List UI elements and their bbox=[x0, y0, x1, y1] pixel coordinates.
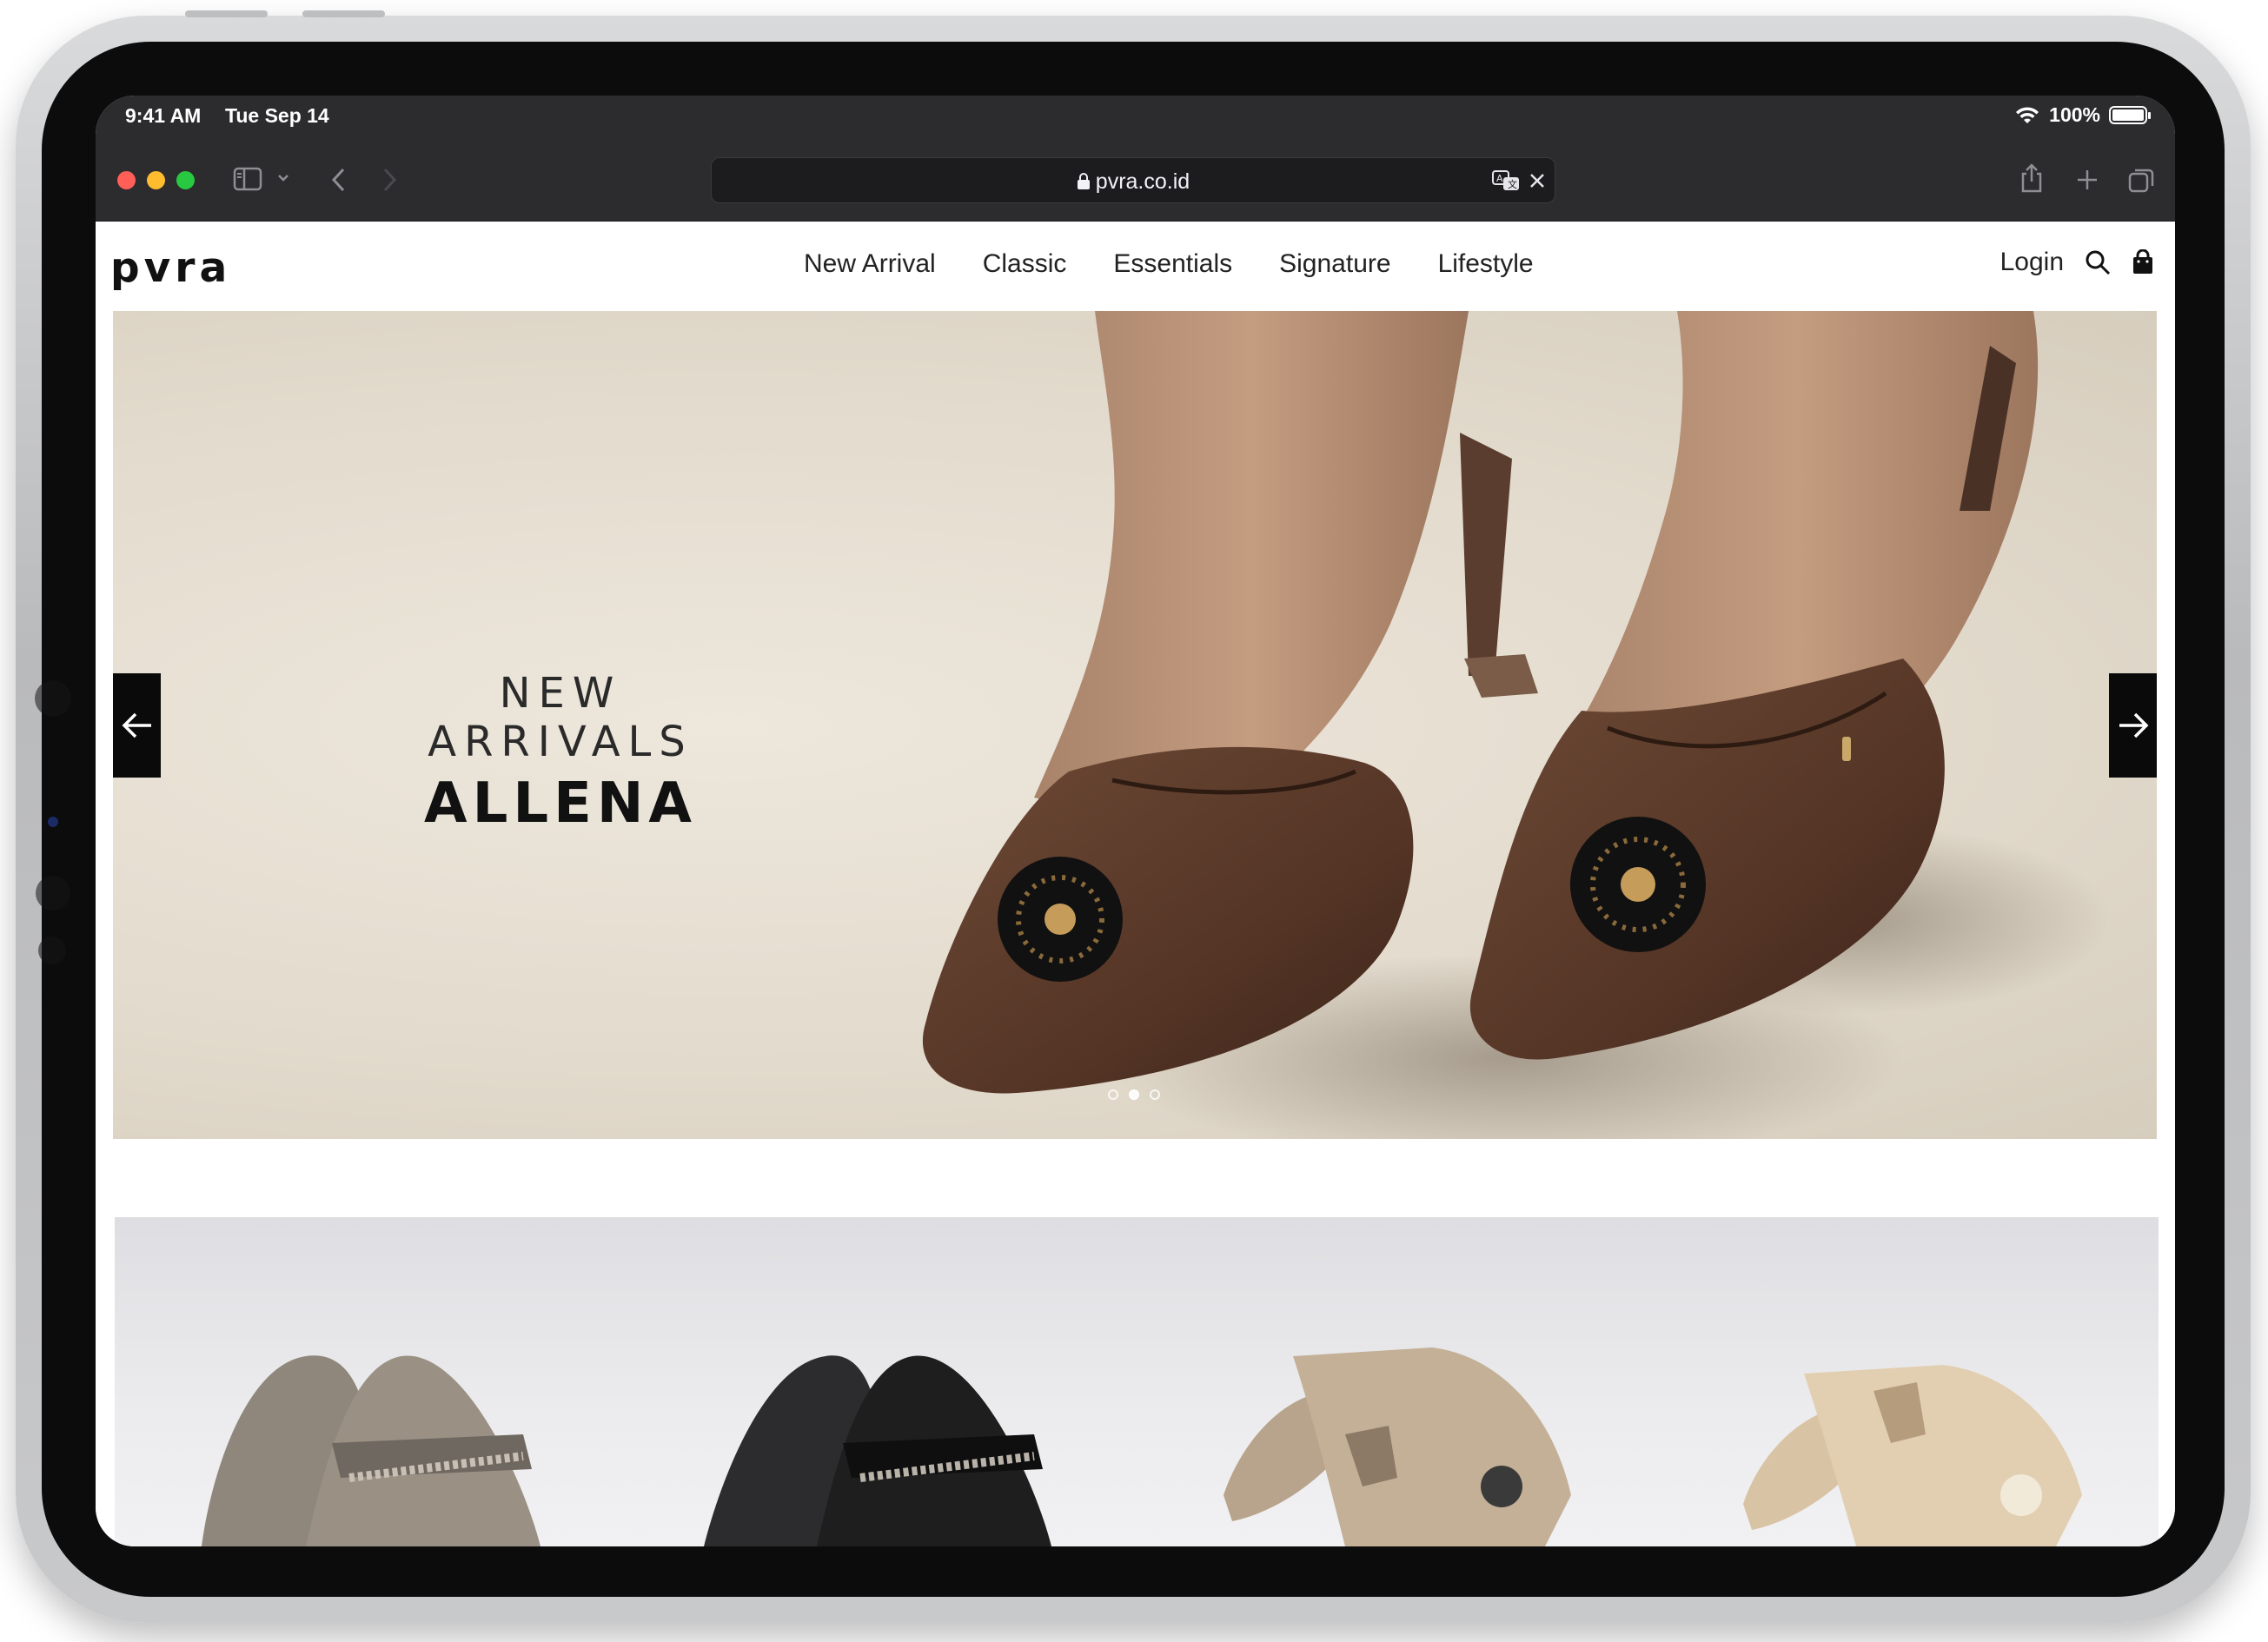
carousel-dot[interactable] bbox=[1129, 1089, 1139, 1100]
arrow-left-icon bbox=[122, 712, 151, 738]
carousel-prev-button[interactable] bbox=[113, 673, 161, 778]
site-logo[interactable]: pvra bbox=[110, 244, 231, 292]
status-time: 9:41 AM bbox=[125, 104, 202, 127]
product-card[interactable] bbox=[1137, 1217, 1648, 1546]
close-icon bbox=[1530, 174, 1544, 188]
forward-button[interactable] bbox=[374, 162, 405, 197]
wifi-icon bbox=[2016, 106, 2039, 123]
volume-down-button bbox=[302, 10, 385, 17]
lock-icon bbox=[1077, 173, 1090, 189]
share-icon bbox=[2021, 163, 2042, 193]
address-bar[interactable]: pvra.co.id A 文 bbox=[711, 157, 1555, 203]
tab-overview-button[interactable] bbox=[2124, 162, 2159, 197]
sensor-icon bbox=[36, 876, 70, 910]
chevron-down-icon bbox=[278, 175, 288, 182]
login-link[interactable]: Login bbox=[2000, 248, 2064, 277]
shopping-bag-icon[interactable] bbox=[2132, 249, 2154, 275]
product-image bbox=[1224, 1347, 1571, 1546]
translate-icon: A 文 bbox=[1492, 170, 1519, 190]
nav-item-signature[interactable]: Signature bbox=[1279, 249, 1390, 279]
carousel-next-button[interactable] bbox=[2109, 673, 2157, 778]
tab-groups-dropdown[interactable] bbox=[275, 169, 292, 187]
camera-icon bbox=[35, 680, 71, 717]
browser-toolbar: pvra.co.id A 文 bbox=[96, 136, 2175, 222]
carousel-dot[interactable] bbox=[1150, 1089, 1160, 1100]
nav-item-classic[interactable]: Classic bbox=[983, 249, 1067, 279]
product-image bbox=[202, 1355, 540, 1546]
arrow-right-icon bbox=[2119, 712, 2148, 738]
clear-url-button[interactable] bbox=[1525, 169, 1549, 193]
sidebar-icon bbox=[233, 167, 262, 191]
product-card[interactable] bbox=[626, 1217, 1137, 1546]
product-image bbox=[1743, 1365, 2082, 1546]
hero-title[interactable]: ALLENA bbox=[378, 771, 743, 836]
url-display: pvra.co.id bbox=[712, 169, 1555, 195]
close-window-button[interactable] bbox=[117, 171, 136, 189]
chevron-right-icon bbox=[383, 168, 397, 192]
chevron-left-icon bbox=[331, 168, 345, 192]
svg-text:文: 文 bbox=[1508, 178, 1517, 190]
share-button[interactable] bbox=[2014, 159, 2049, 197]
back-button[interactable] bbox=[323, 162, 355, 197]
nav-item-essentials[interactable]: Essentials bbox=[1113, 249, 1232, 279]
main-nav: New Arrival Classic Essentials Signature… bbox=[804, 249, 1534, 279]
status-date: Tue Sep 14 bbox=[225, 104, 329, 127]
status-indicators: 100% bbox=[2014, 103, 2151, 127]
product-card[interactable] bbox=[1648, 1217, 2159, 1546]
product-card[interactable] bbox=[115, 1217, 626, 1546]
translate-button[interactable]: A 文 bbox=[1490, 167, 1522, 195]
search-icon[interactable] bbox=[2085, 249, 2111, 275]
sensor-icon bbox=[38, 937, 66, 964]
svg-text:A: A bbox=[1496, 173, 1503, 184]
hero-caption: NEW ARRIVALS ALLENA bbox=[378, 669, 743, 836]
plus-icon bbox=[2078, 170, 2097, 189]
minimize-window-button[interactable] bbox=[147, 171, 165, 189]
product-grid bbox=[115, 1217, 2159, 1546]
zoom-window-button[interactable] bbox=[176, 171, 195, 189]
ipad-screen: 9:41 AM Tue Sep 14 100% pvra.co.id A 文 p… bbox=[96, 96, 2175, 1546]
sidebar-toggle-button[interactable] bbox=[230, 164, 265, 194]
nav-item-new-arrival[interactable]: New Arrival bbox=[804, 249, 936, 279]
website: pvra New Arrival Classic Essentials Sign… bbox=[96, 222, 2175, 1546]
url-text: pvra.co.id bbox=[1095, 169, 1190, 194]
battery-icon bbox=[2109, 106, 2151, 124]
carousel-dots bbox=[1108, 1089, 1160, 1100]
header-actions: Login bbox=[2000, 248, 2154, 277]
tabs-icon bbox=[2128, 169, 2154, 193]
new-tab-button[interactable] bbox=[2070, 162, 2105, 197]
hero-banner: NEW ARRIVALS ALLENA bbox=[113, 311, 2157, 1139]
carousel-dot[interactable] bbox=[1108, 1089, 1118, 1100]
battery-percent: 100% bbox=[2049, 103, 2100, 126]
status-bar: 9:41 AM Tue Sep 14 100% bbox=[96, 96, 2175, 136]
nav-item-lifestyle[interactable]: Lifestyle bbox=[1438, 249, 1534, 279]
volume-up-button bbox=[185, 10, 268, 17]
product-image bbox=[704, 1355, 1051, 1546]
hero-subtitle: NEW ARRIVALS bbox=[428, 669, 693, 766]
camera-lens-icon bbox=[48, 817, 58, 827]
